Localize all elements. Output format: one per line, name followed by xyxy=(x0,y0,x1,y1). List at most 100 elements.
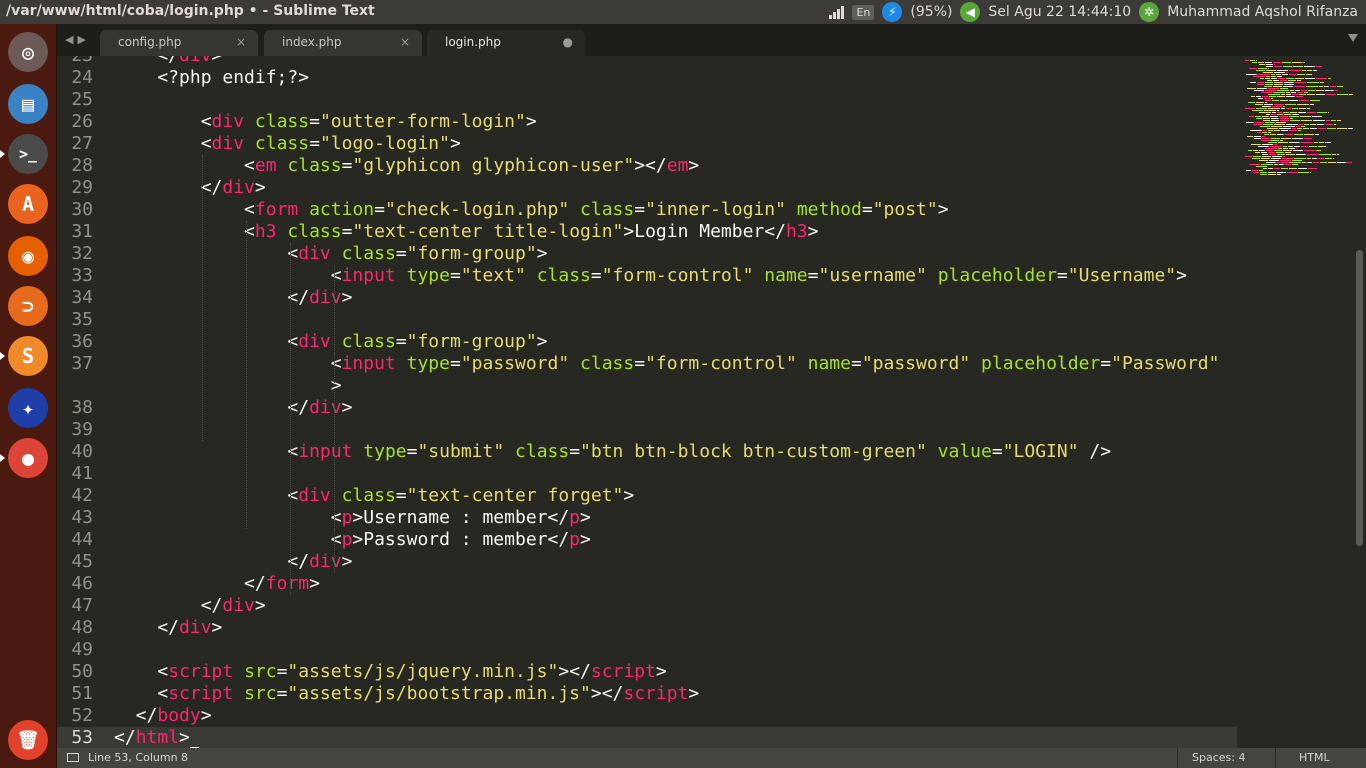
minimap-mark xyxy=(1291,92,1296,93)
tab-config-php[interactable]: config.php × xyxy=(100,30,258,56)
minimap[interactable] xyxy=(1237,56,1356,748)
minimap-mark xyxy=(1282,62,1291,63)
minimap-mark xyxy=(1283,156,1285,157)
battery-icon[interactable]: ⚡ xyxy=(882,2,903,22)
minimap-mark xyxy=(1266,66,1273,67)
files-icon[interactable]: ▤ xyxy=(6,82,50,126)
tab-index-php[interactable]: index.php × xyxy=(264,30,422,56)
sublime-text-icon[interactable]: S xyxy=(0,334,50,378)
minimap-mark xyxy=(1299,124,1303,125)
minimap-mark xyxy=(1284,82,1294,83)
software-center-icon[interactable]: A xyxy=(6,182,50,226)
minimap-mark xyxy=(1334,124,1336,125)
minimap-mark xyxy=(1262,136,1265,137)
app-icon[interactable]: ✦ xyxy=(6,386,50,430)
minimap-mark xyxy=(1258,68,1267,69)
minimap-mark xyxy=(1286,124,1298,125)
minimap-mark xyxy=(1297,92,1303,93)
minimap-mark xyxy=(1266,64,1273,65)
line-number: 53 xyxy=(71,727,93,748)
minimap-mark xyxy=(1285,134,1293,135)
minimap-mark xyxy=(1278,142,1288,143)
minimap-mark xyxy=(1294,146,1300,147)
dia-icon-glyph: ⊃ xyxy=(8,286,48,326)
line-number: 46 xyxy=(71,573,93,594)
minimap-mark xyxy=(1272,112,1276,113)
minimap-mark xyxy=(1253,156,1261,157)
terminal-icon[interactable]: >_ xyxy=(0,132,50,176)
volume-icon[interactable]: ◀ xyxy=(960,2,981,22)
minimap-mark xyxy=(1307,108,1310,109)
scrollbar-thumb[interactable] xyxy=(1356,250,1363,546)
ubuntu-dash-icon[interactable]: ◎ xyxy=(6,30,50,74)
minimap-mark xyxy=(1312,158,1317,159)
minimap-mark xyxy=(1328,112,1329,113)
minimap-mark xyxy=(1274,66,1282,67)
minimap-mark xyxy=(1254,90,1264,91)
minimap-mark xyxy=(1272,156,1282,157)
code-editor[interactable]: </div> <?php endif;?> <div class="outter… xyxy=(107,56,1237,748)
minimap-mark xyxy=(1283,112,1289,113)
minimap-mark xyxy=(1271,114,1276,115)
close-icon[interactable]: × xyxy=(236,30,246,55)
chrome-icon[interactable]: ● xyxy=(0,436,50,480)
minimap-mark xyxy=(1249,68,1257,69)
minimap-mark xyxy=(1289,74,1296,75)
trash-icon[interactable]: 🗑 xyxy=(6,718,50,762)
minimap-mark xyxy=(1268,152,1275,153)
minimap-mark xyxy=(1262,106,1271,107)
minimap-mark xyxy=(1286,94,1291,95)
minimap-mark xyxy=(1277,174,1281,175)
current-line-highlight xyxy=(107,727,1237,748)
unsaved-indicator-icon[interactable]: ● xyxy=(563,30,573,55)
minimap-mark xyxy=(1337,94,1348,95)
minimap-mark xyxy=(1274,82,1283,83)
minimap-mark xyxy=(1259,150,1265,151)
keyboard-layout-indicator[interactable]: En xyxy=(852,4,875,20)
user-name[interactable]: Muhammad Aqshol Rifanza xyxy=(1167,4,1358,20)
minimap-mark xyxy=(1287,172,1297,173)
syntax-selector[interactable]: HTML xyxy=(1299,748,1330,768)
minimap-mark xyxy=(1305,78,1315,79)
minimap-mark xyxy=(1249,164,1260,165)
vertical-scrollbar[interactable] xyxy=(1353,56,1366,748)
minimap-mark xyxy=(1256,108,1267,109)
tab-menu-chevron-down-icon[interactable] xyxy=(1348,34,1358,42)
line-number: 28 xyxy=(71,155,93,176)
minimap-mark xyxy=(1319,86,1323,87)
line-number: 52 xyxy=(71,705,93,726)
minimap-mark xyxy=(1337,154,1339,155)
minimap-mark xyxy=(1268,132,1271,133)
code-line: <form action="check-login.php" class="in… xyxy=(114,199,949,220)
minimap-mark xyxy=(1294,134,1303,135)
network-icon[interactable] xyxy=(829,5,845,19)
code-line: <input type="submit" class="btn btn-bloc… xyxy=(114,441,1112,462)
session-icon[interactable]: ✲ xyxy=(1139,2,1160,22)
code-line: </div> xyxy=(114,177,266,198)
panel-toggle-icon[interactable] xyxy=(67,753,79,762)
indentation-setting[interactable]: Spaces: 4 xyxy=(1192,748,1245,768)
trash-glyph: 🗑 xyxy=(8,720,48,760)
minimap-mark xyxy=(1300,116,1311,117)
minimap-mark xyxy=(1301,126,1305,127)
minimap-mark xyxy=(1264,110,1276,111)
minimap-mark xyxy=(1281,168,1288,169)
close-icon[interactable]: × xyxy=(400,30,410,55)
tab-navigation-arrows[interactable]: ◀▶ xyxy=(65,33,90,46)
minimap-mark xyxy=(1265,62,1272,63)
minimap-mark xyxy=(1274,168,1280,169)
line-number: 26 xyxy=(71,111,93,132)
minimap-mark xyxy=(1319,142,1324,143)
minimap-mark xyxy=(1298,112,1306,113)
clock[interactable]: Sel Agu 22 14:44:10 xyxy=(988,4,1131,20)
dia-icon[interactable]: ⊃ xyxy=(6,284,50,328)
minimap-mark xyxy=(1292,114,1299,115)
firefox-icon[interactable]: ◉ xyxy=(6,234,50,278)
minimap-mark xyxy=(1296,126,1300,127)
minimap-mark xyxy=(1284,114,1291,115)
tab-login-php[interactable]: login.php ● xyxy=(427,30,585,56)
minimap-mark xyxy=(1303,128,1309,129)
line-number: 49 xyxy=(71,639,93,660)
minimap-mark xyxy=(1289,100,1298,101)
minimap-mark xyxy=(1260,174,1267,175)
